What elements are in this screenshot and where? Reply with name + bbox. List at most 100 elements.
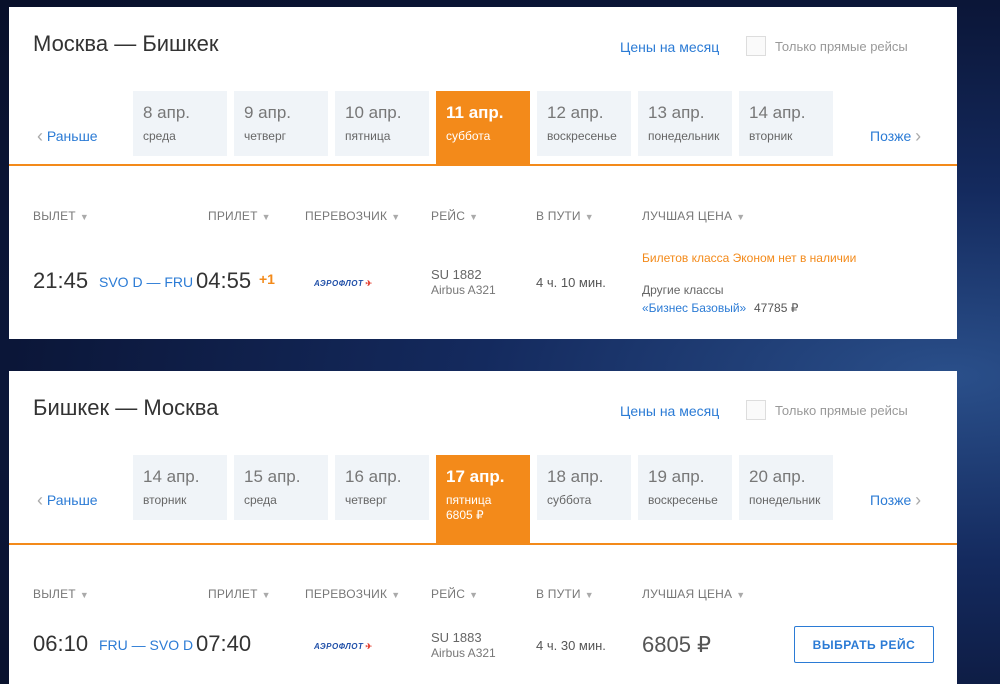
airports: SVO D — FRU xyxy=(99,274,194,290)
outbound-panel: Москва — Бишкек Цены на месяц Только пря… xyxy=(9,7,957,339)
col-label: РЕЙС xyxy=(431,587,466,601)
earlier-button[interactable]: ‹ Раньше xyxy=(37,490,98,511)
date-cell[interactable]: 14 апр. вторник xyxy=(133,455,227,520)
date-label: 14 апр. xyxy=(749,103,806,122)
arrive-time: 04:55 xyxy=(196,268,252,293)
flight-duration: 4 ч. 30 мин. xyxy=(536,638,606,653)
col-label: В ПУТИ xyxy=(536,209,581,223)
chevron-right-icon: › xyxy=(915,126,922,146)
depart-time: 06:10 xyxy=(33,631,89,656)
flight-duration: 4 ч. 10 мин. xyxy=(536,275,606,290)
col-carrier-sort[interactable]: ПЕРЕВОЗЧИК ▼ xyxy=(305,209,400,223)
date-label: 20 апр. xyxy=(749,467,806,486)
col-label: ПЕРЕВОЗЧИК xyxy=(305,209,388,223)
airline-name: АЭРОФЛОТ xyxy=(314,642,364,651)
date-cell-selected[interactable]: 11 апр. суббота xyxy=(436,91,530,165)
month-prices-link[interactable]: Цены на месяц xyxy=(620,39,719,55)
col-label: ВЫЛЕТ xyxy=(33,209,76,223)
col-label: ВЫЛЕТ xyxy=(33,587,76,601)
arrive-time: 07:40 xyxy=(196,631,252,656)
col-label: В ПУТИ xyxy=(536,587,581,601)
direct-only-label[interactable]: Только прямые рейсы xyxy=(775,403,908,418)
route-title: Москва — Бишкек xyxy=(33,31,219,56)
col-label: РЕЙС xyxy=(431,209,466,223)
col-duration-sort[interactable]: В ПУТИ ▼ xyxy=(536,587,594,601)
later-button[interactable]: Позже › xyxy=(870,126,921,147)
col-label: ЛУЧШАЯ ЦЕНА xyxy=(642,209,733,223)
caret-down-icon: ▼ xyxy=(736,590,746,600)
weekday-label: четверг xyxy=(345,493,387,507)
date-label: 19 апр. xyxy=(648,467,705,486)
date-cell[interactable]: 9 апр. четверг xyxy=(234,91,328,156)
col-price-sort[interactable]: ЛУЧШАЯ ЦЕНА ▼ xyxy=(642,587,745,601)
select-flight-button[interactable]: ВЫБРАТЬ РЕЙС xyxy=(794,626,934,663)
col-label: ПРИЛЕТ xyxy=(208,587,258,601)
col-depart-sort[interactable]: ВЫЛЕТ ▼ xyxy=(33,209,89,223)
caret-down-icon: ▼ xyxy=(584,212,594,222)
caret-down-icon: ▼ xyxy=(261,590,271,600)
date-label: 12 апр. xyxy=(547,103,604,122)
flight-number: SU 1883 xyxy=(431,630,482,645)
airline-wing-icon: ✈ xyxy=(365,642,373,651)
date-cell[interactable]: 14 апр. вторник xyxy=(739,91,833,156)
date-cell[interactable]: 13 апр. понедельник xyxy=(638,91,732,156)
weekday-label: понедельник xyxy=(648,129,720,143)
return-panel: Бишкек — Москва Цены на месяц Только пря… xyxy=(9,371,957,684)
caret-down-icon: ▼ xyxy=(391,590,401,600)
aircraft-type: Airbus A321 xyxy=(431,646,496,660)
col-flight-sort[interactable]: РЕЙС ▼ xyxy=(431,587,478,601)
date-cell[interactable]: 20 апр. понедельник xyxy=(739,455,833,520)
date-cell[interactable]: 15 апр. среда xyxy=(234,455,328,520)
flight-number: SU 1882 xyxy=(431,267,482,282)
date-label: 8 апр. xyxy=(143,103,191,122)
month-prices-link[interactable]: Цены на месяц xyxy=(620,403,719,419)
weekday-label: четверг xyxy=(244,129,286,143)
business-class-link[interactable]: «Бизнес Базовый» xyxy=(642,301,746,315)
weekday-label: понедельник xyxy=(749,493,821,507)
col-carrier-sort[interactable]: ПЕРЕВОЗЧИК ▼ xyxy=(305,587,400,601)
direct-only-checkbox[interactable] xyxy=(746,400,766,420)
col-depart-sort[interactable]: ВЫЛЕТ ▼ xyxy=(33,587,89,601)
depart-time: 21:45 xyxy=(33,268,89,293)
weekday-label: воскресенье xyxy=(547,129,617,143)
later-button[interactable]: Позже › xyxy=(870,490,921,511)
date-cell[interactable]: 16 апр. четверг xyxy=(335,455,429,520)
col-arrive-sort[interactable]: ПРИЛЕТ ▼ xyxy=(208,587,271,601)
date-strip: 8 апр. среда 9 апр. четверг 10 апр. пятница… xyxy=(133,91,833,165)
weekday-label: пятница xyxy=(446,493,492,507)
col-duration-sort[interactable]: В ПУТИ ▼ xyxy=(536,209,594,223)
col-flight-sort[interactable]: РЕЙС ▼ xyxy=(431,209,478,223)
date-label: 11 апр. xyxy=(446,103,504,122)
date-cell[interactable]: 8 апр. среда xyxy=(133,91,227,156)
date-label: 15 апр. xyxy=(244,467,301,486)
caret-down-icon: ▼ xyxy=(736,212,746,222)
chevron-left-icon: ‹ xyxy=(37,126,43,146)
earlier-button[interactable]: ‹ Раньше xyxy=(37,126,98,147)
col-label: ПЕРЕВОЗЧИК xyxy=(305,587,388,601)
caret-down-icon: ▼ xyxy=(469,212,479,222)
date-cell[interactable]: 19 апр. воскресенье xyxy=(638,455,732,520)
date-label: 17 апр. xyxy=(446,467,505,486)
date-price: 6805 ₽ xyxy=(446,508,484,522)
date-label: 16 апр. xyxy=(345,467,402,486)
date-cell-selected[interactable]: 17 апр. пятница 6805 ₽ xyxy=(436,455,530,544)
caret-down-icon: ▼ xyxy=(391,212,401,222)
divider xyxy=(9,543,957,545)
col-price-sort[interactable]: ЛУЧШАЯ ЦЕНА ▼ xyxy=(642,209,745,223)
date-label: 18 апр. xyxy=(547,467,604,486)
direct-only-label[interactable]: Только прямые рейсы xyxy=(775,39,908,54)
date-label: 13 апр. xyxy=(648,103,705,122)
col-arrive-sort[interactable]: ПРИЛЕТ ▼ xyxy=(208,209,271,223)
date-cell[interactable]: 12 апр. воскресенье xyxy=(537,91,631,156)
date-cell[interactable]: 18 апр. суббота xyxy=(537,455,631,520)
airline-logo: АЭРОФЛОТ ✈ xyxy=(314,279,373,288)
direct-only-checkbox[interactable] xyxy=(746,36,766,56)
date-cell[interactable]: 10 апр. пятница xyxy=(335,91,429,156)
best-price: 6805 ₽ xyxy=(642,632,712,657)
divider xyxy=(9,164,957,166)
airline-wing-icon: ✈ xyxy=(365,279,373,288)
chevron-left-icon: ‹ xyxy=(37,490,43,510)
weekday-label: среда xyxy=(143,129,176,143)
weekday-label: суббота xyxy=(547,493,592,507)
caret-down-icon: ▼ xyxy=(469,590,479,600)
